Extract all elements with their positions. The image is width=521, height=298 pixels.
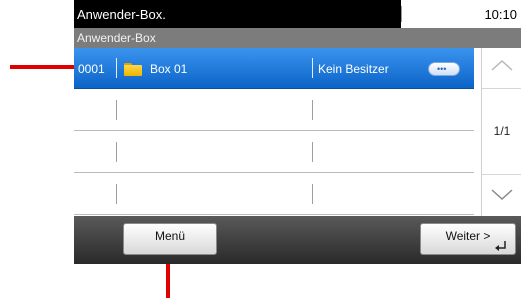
column-divider xyxy=(312,184,313,204)
column-divider xyxy=(312,58,313,78)
table-row[interactable] xyxy=(74,90,474,131)
bottom-toolbar: Menü Weiter > xyxy=(74,216,521,264)
column-divider xyxy=(312,100,313,120)
folder-icon xyxy=(124,63,142,76)
detail-icon: ••• xyxy=(437,64,447,74)
next-button-label: Weiter > xyxy=(445,229,491,243)
box-name: Box 01 xyxy=(150,62,188,76)
scroll-up-icon[interactable] xyxy=(490,58,514,72)
next-button[interactable]: Weiter > xyxy=(420,223,516,255)
status-bar: Anwender-Box. 10:10 xyxy=(74,0,521,28)
detail-button[interactable]: ••• xyxy=(428,62,460,76)
menu-button[interactable]: Menü xyxy=(123,223,217,255)
scrollbar[interactable]: 1/1 xyxy=(481,48,521,216)
column-divider xyxy=(116,58,117,78)
scrollbar-divider xyxy=(482,174,521,175)
callout-line-row-left xyxy=(10,65,82,69)
scroll-down-icon[interactable] xyxy=(490,188,514,202)
enter-icon xyxy=(495,241,506,251)
scrollbar-divider xyxy=(482,88,521,89)
touch-panel-screen: Anwender-Box. 10:10 Anwender-Box 0001 Bo… xyxy=(74,0,521,264)
table-row[interactable] xyxy=(74,174,474,215)
screen-title: Anwender-Box xyxy=(74,28,521,48)
status-divider xyxy=(401,6,402,22)
box-list: 0001 Box 01 Kein Besitzer ••• xyxy=(74,48,474,216)
box-number: 0001 xyxy=(78,62,105,76)
column-divider xyxy=(116,100,117,120)
table-row[interactable] xyxy=(74,132,474,173)
column-divider xyxy=(116,184,117,204)
box-owner: Kein Besitzer xyxy=(318,62,389,76)
column-divider xyxy=(312,142,313,162)
column-divider xyxy=(116,142,117,162)
page-indicator: 1/1 xyxy=(493,124,511,138)
clock: 10:10 xyxy=(484,7,517,22)
status-message: Anwender-Box. xyxy=(74,0,401,28)
table-row[interactable]: 0001 Box 01 Kein Besitzer ••• xyxy=(74,48,474,89)
